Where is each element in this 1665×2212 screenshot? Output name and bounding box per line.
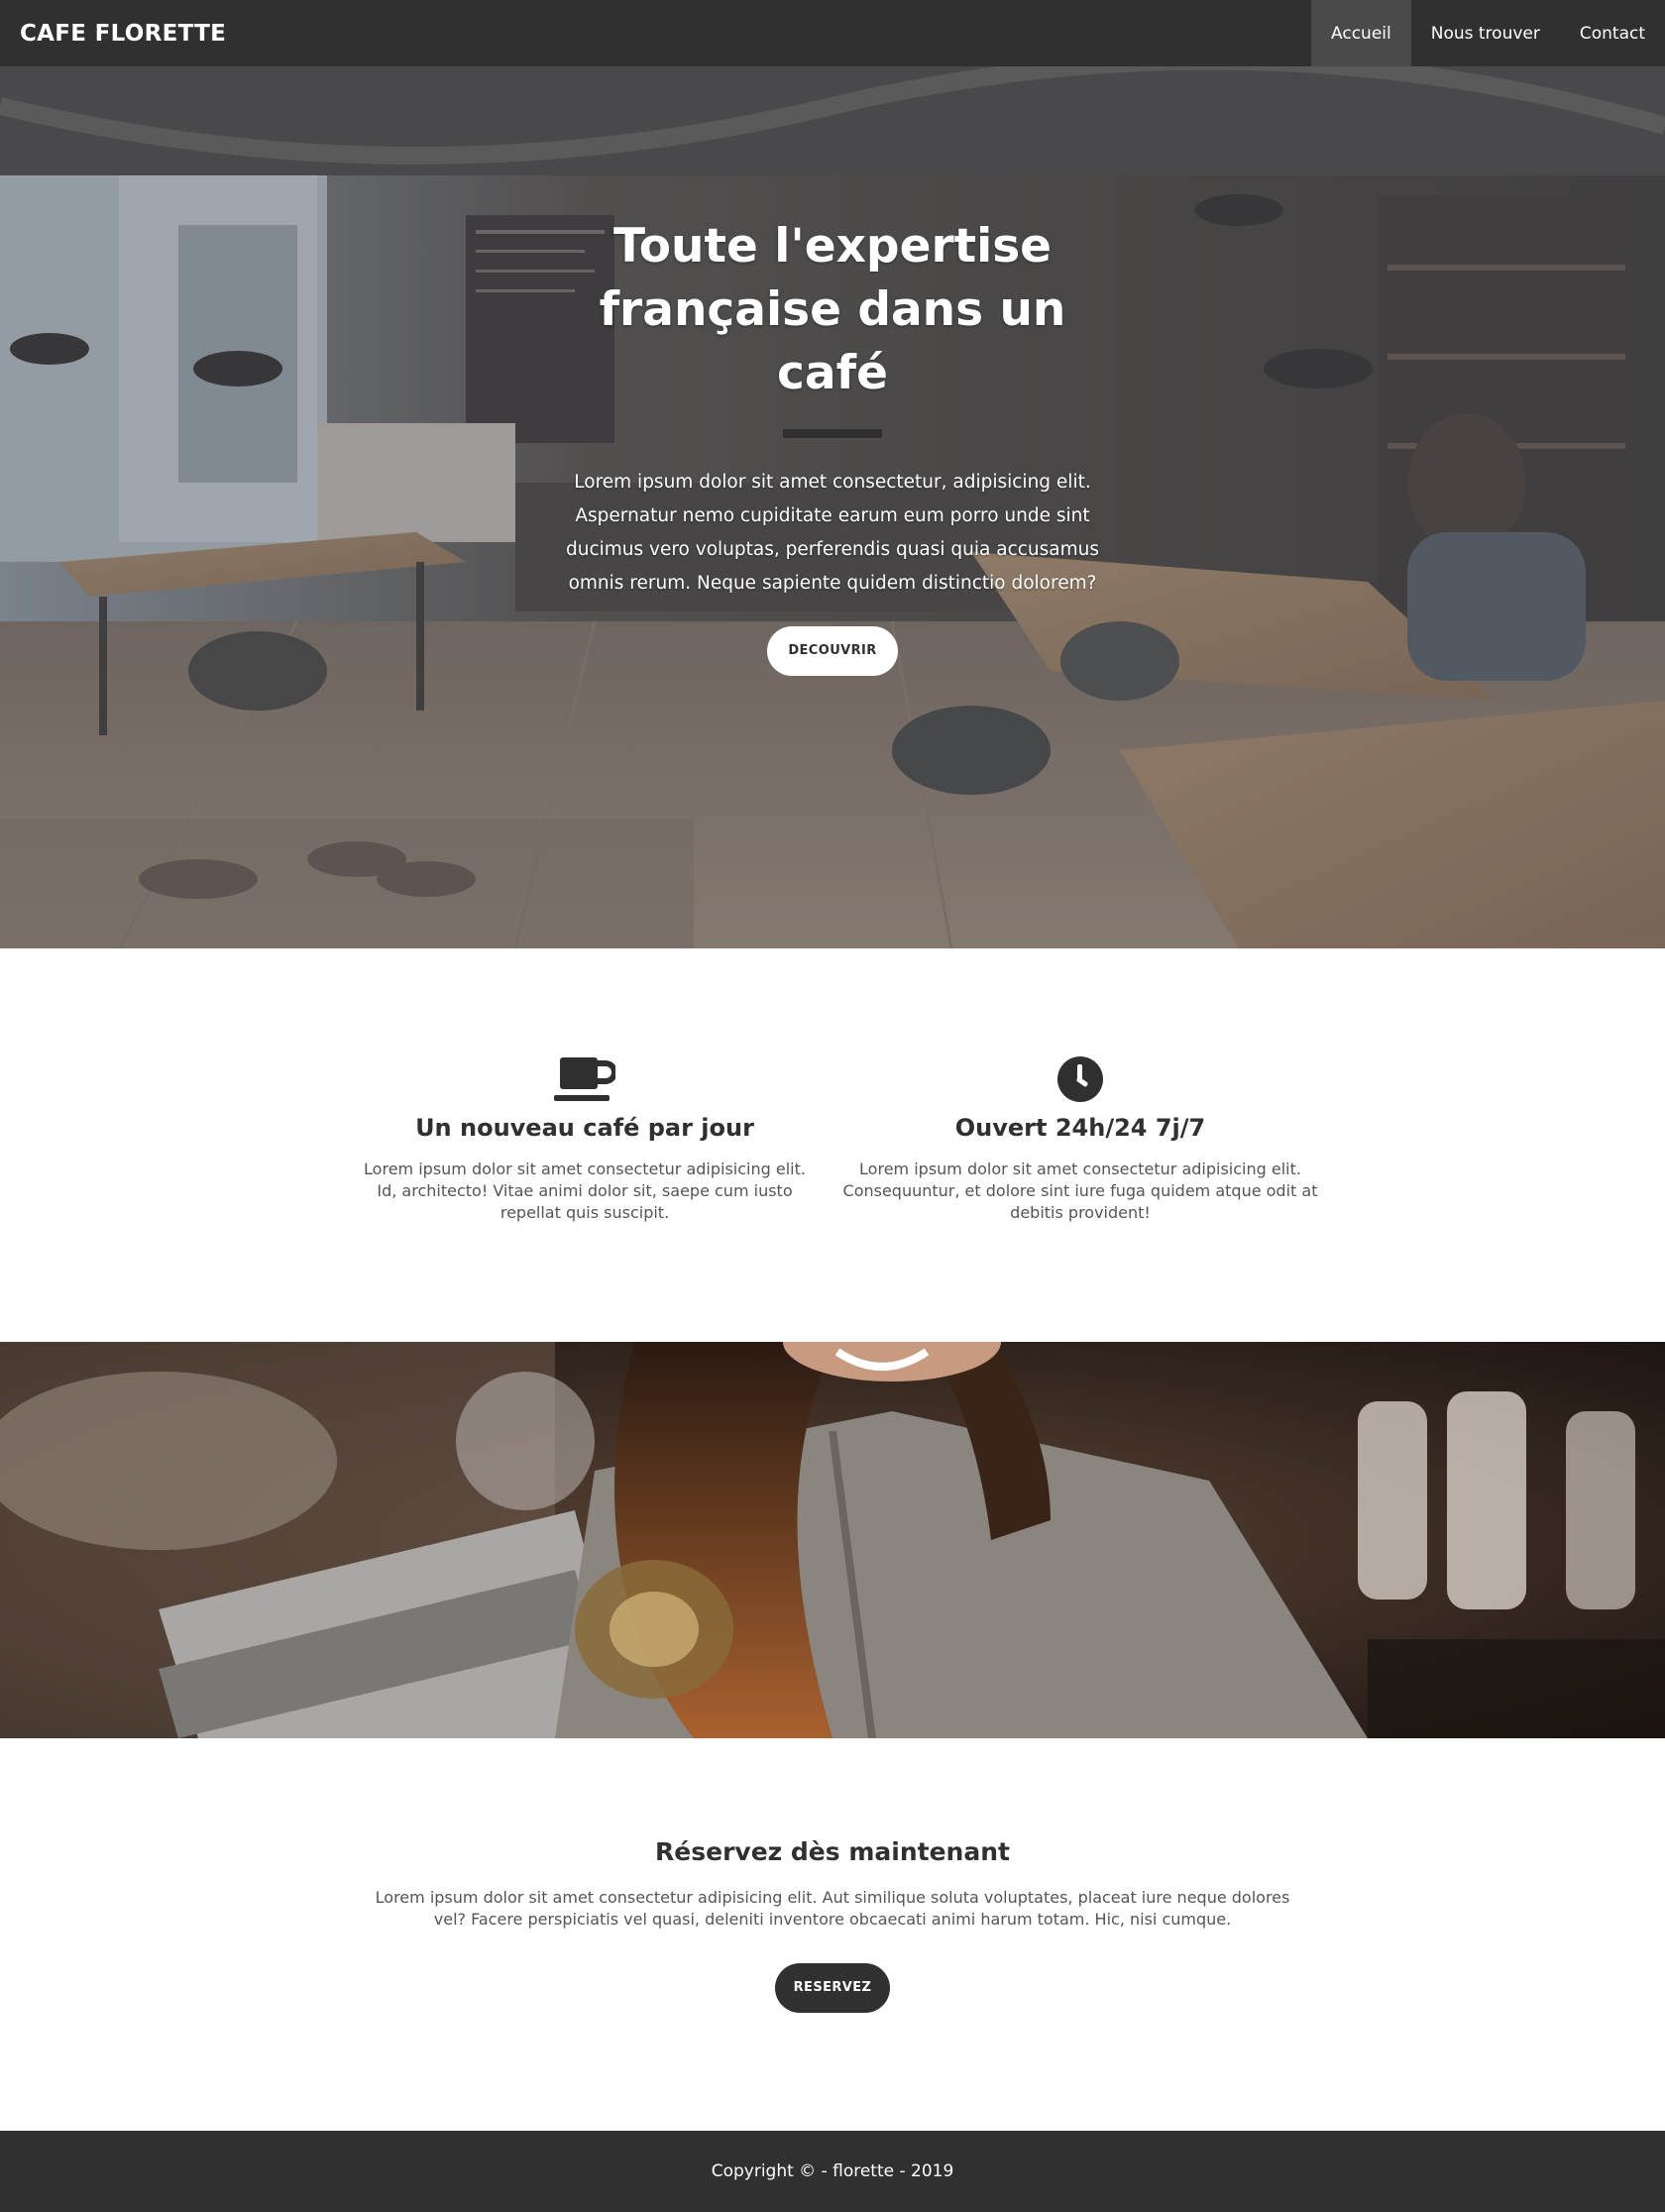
brand-logo[interactable]: CAFE FLORETTE xyxy=(20,21,226,47)
feature-text: Lorem ipsum dolor sit amet consectetur a… xyxy=(842,1160,1318,1222)
hero-title-line2: française dans un café xyxy=(599,282,1066,400)
nav-menu: Accueil Nous trouver Contact xyxy=(1311,0,1665,66)
feature-title: Ouvert 24h/24 7j/7 xyxy=(954,1114,1206,1142)
hero-title-line1: Toute l'expertise xyxy=(612,219,1053,274)
feature-title: Un nouveau café par jour xyxy=(415,1114,754,1142)
feature-text: Lorem ipsum dolor sit amet consectetur a… xyxy=(364,1160,806,1222)
barista-image xyxy=(0,1342,1665,1738)
hero-title: Toute l'expertise française dans un café xyxy=(555,215,1110,405)
discover-button[interactable]: DECOUVRIR xyxy=(767,626,898,676)
hero-content: Toute l'expertise française dans un café… xyxy=(555,215,1110,676)
reservation-title: Réservez dès maintenant xyxy=(655,1837,1010,1866)
nav-link-nous-trouver[interactable]: Nous trouver xyxy=(1411,0,1560,66)
reserve-button[interactable]: RESERVEZ xyxy=(775,1963,890,2013)
footer-copyright: Copyright © - florette - 2019 xyxy=(711,2161,954,2181)
coffee-cup-icon xyxy=(554,1057,615,1101)
feature-open-hours: Ouvert 24h/24 7j/7 Lorem ipsum dolor sit… xyxy=(831,1051,1330,1224)
clock-icon xyxy=(1057,1056,1103,1102)
footer: Copyright © - florette - 2019 xyxy=(0,2131,1665,2212)
feature-daily-coffee: Un nouveau café par jour Lorem ipsum dol… xyxy=(353,1051,817,1224)
feature-icon-wrap xyxy=(831,1051,1330,1103)
nav-link-accueil[interactable]: Accueil xyxy=(1311,0,1411,66)
nav-link-contact[interactable]: Contact xyxy=(1560,0,1665,66)
hero-description: Lorem ipsum dolor sit amet consectetur, … xyxy=(565,472,1100,594)
reservation-section: Réservez dès maintenant Lorem ipsum dolo… xyxy=(0,1738,1665,2131)
barista-photo-banner xyxy=(0,1342,1665,1738)
feature-icon-wrap xyxy=(353,1051,817,1103)
hero-section: Toute l'expertise française dans un café… xyxy=(0,66,1665,948)
features-section: Un nouveau café par jour Lorem ipsum dol… xyxy=(0,948,1665,1342)
top-navbar: CAFE FLORETTE Accueil Nous trouver Conta… xyxy=(0,0,1665,66)
reservation-text: Lorem ipsum dolor sit amet consectetur a… xyxy=(375,1888,1290,1929)
hero-divider xyxy=(783,429,882,438)
